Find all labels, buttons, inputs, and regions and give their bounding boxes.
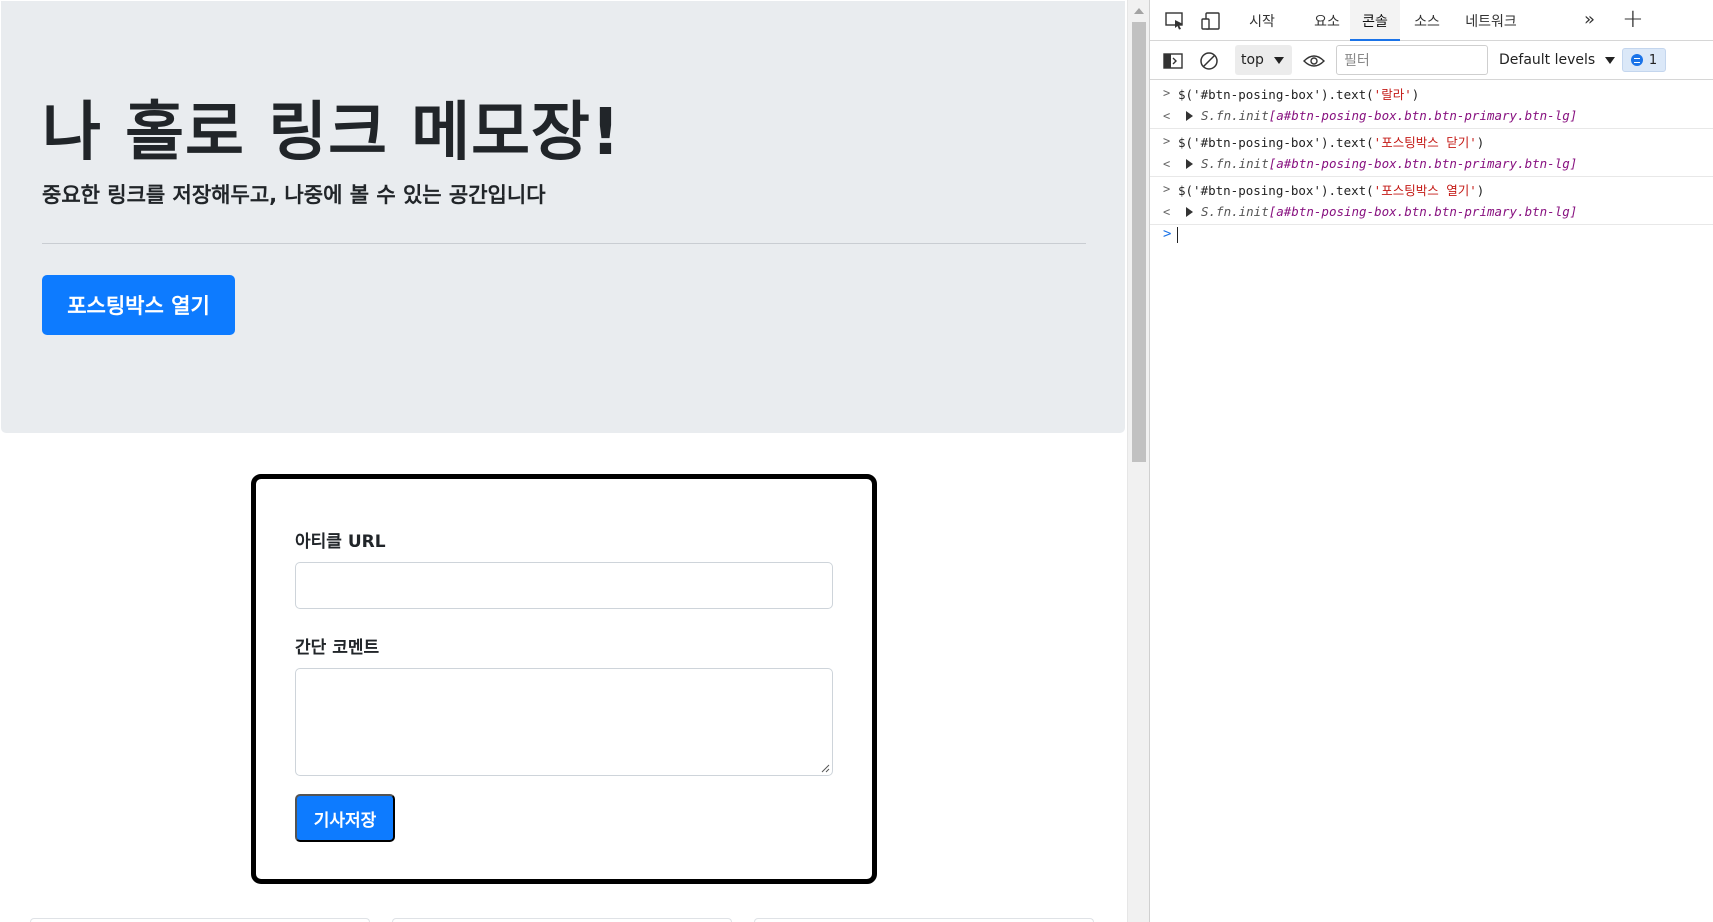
input-chevron-icon: > (1163, 134, 1171, 148)
card-top-edge (392, 918, 732, 922)
message-icon (1630, 54, 1643, 66)
console-input-text: $('#btn-posing-box').text('포스팅박스 닫기') (1178, 134, 1485, 150)
device-toolbar-icon[interactable] (1200, 11, 1222, 31)
result-chevron-icon: < (1163, 156, 1171, 171)
comment-textarea[interactable] (295, 668, 833, 776)
console-prompt-cursor[interactable] (1177, 227, 1178, 243)
browser-viewport: 나 홀로 링크 메모장! 중요한 링크를 저장해두고, 나중에 볼 수 있는 공… (0, 0, 1713, 922)
context-selector[interactable]: top (1235, 45, 1292, 75)
console-output[interactable]: > $('#btn-posing-box').text('랄라') < S.fn… (1150, 80, 1713, 922)
console-result-line[interactable]: < S.fn.init [a#btn-posing-box.btn.btn-pr… (1150, 103, 1713, 129)
expand-triangle-icon[interactable] (1186, 206, 1193, 217)
page-lead: 중요한 링크를 저장해두고, 나중에 볼 수 있는 공간입니다 (42, 183, 546, 207)
caret-down-icon (1274, 57, 1284, 64)
issues-count: 1 (1648, 52, 1658, 68)
url-label: 아티클 URL (295, 532, 386, 552)
tab-welcome[interactable]: 시작 (1239, 0, 1285, 41)
card-top-edge (754, 918, 1094, 922)
comment-label: 간단 코멘트 (295, 638, 380, 658)
console-result-text[interactable]: S.fn.init [a#btn-posing-box.btn.btn-prim… (1186, 108, 1577, 123)
url-input[interactable] (295, 562, 833, 609)
expand-triangle-icon[interactable] (1186, 110, 1193, 121)
resize-grip-icon[interactable] (820, 763, 830, 773)
tab-elements[interactable]: 요소 (1305, 0, 1349, 41)
issues-counter[interactable]: 1 (1622, 48, 1666, 72)
tab-network[interactable]: 네트워크 (1456, 0, 1526, 41)
tab-console[interactable]: 콘솔 (1350, 0, 1400, 41)
add-tab-icon[interactable]: + (1622, 4, 1644, 34)
devtools-panel: 시작 요소 콘솔 소스 네트워크 » + top 필터 Default leve… (1149, 0, 1713, 922)
card-top-edge (30, 918, 370, 922)
prompt-chevron-icon: > (1163, 226, 1172, 242)
page-scrollbar[interactable] (1127, 0, 1149, 922)
divider (42, 243, 1086, 244)
more-tabs-icon[interactable]: » (1584, 9, 1595, 30)
input-chevron-icon: > (1163, 182, 1171, 196)
page-title: 나 홀로 링크 메모장! (42, 96, 622, 170)
context-value: top (1241, 52, 1264, 68)
scroll-up-arrow-icon[interactable] (1134, 8, 1144, 14)
console-input-text: $('#btn-posing-box').text('랄라') (1178, 86, 1420, 102)
console-result-line[interactable]: < S.fn.init [a#btn-posing-box.btn.btn-pr… (1150, 151, 1713, 177)
filter-input[interactable]: 필터 (1336, 45, 1488, 75)
open-posting-box-button[interactable]: 포스팅박스 열기 (42, 275, 235, 335)
console-sidebar-icon[interactable] (1162, 50, 1184, 72)
posting-box: 아티클 URL 간단 코멘트 기사저장 (251, 474, 877, 884)
result-chevron-icon: < (1163, 108, 1171, 123)
console-result-text[interactable]: S.fn.init [a#btn-posing-box.btn.btn-prim… (1186, 204, 1577, 219)
result-chevron-icon: < (1163, 204, 1171, 219)
scrollbar-thumb[interactable] (1132, 22, 1146, 462)
live-expression-icon[interactable] (1303, 50, 1325, 72)
console-toolbar: top 필터 Default levels 1 (1150, 41, 1713, 80)
tab-sources[interactable]: 소스 (1405, 0, 1449, 41)
console-result-text[interactable]: S.fn.init [a#btn-posing-box.btn.btn-prim… (1186, 156, 1577, 171)
cards-row (0, 918, 1127, 922)
input-chevron-icon: > (1163, 86, 1171, 100)
inspect-element-icon[interactable] (1164, 11, 1186, 31)
clear-console-icon[interactable] (1198, 50, 1220, 72)
web-page: 나 홀로 링크 메모장! 중요한 링크를 저장해두고, 나중에 볼 수 있는 공… (0, 0, 1127, 922)
console-input-text: $('#btn-posing-box').text('포스팅박스 열기') (1178, 182, 1485, 198)
console-result-line[interactable]: < S.fn.init [a#btn-posing-box.btn.btn-pr… (1150, 199, 1713, 225)
expand-triangle-icon[interactable] (1186, 158, 1193, 169)
jumbotron: 나 홀로 링크 메모장! 중요한 링크를 저장해두고, 나중에 볼 수 있는 공… (1, 1, 1125, 433)
log-levels-label: Default levels (1499, 52, 1596, 68)
caret-down-icon (1605, 56, 1616, 64)
log-levels-dropdown[interactable]: Default levels (1499, 45, 1616, 75)
save-article-button[interactable]: 기사저장 (295, 794, 395, 842)
devtools-tabbar: 시작 요소 콘솔 소스 네트워크 » + (1150, 0, 1713, 41)
